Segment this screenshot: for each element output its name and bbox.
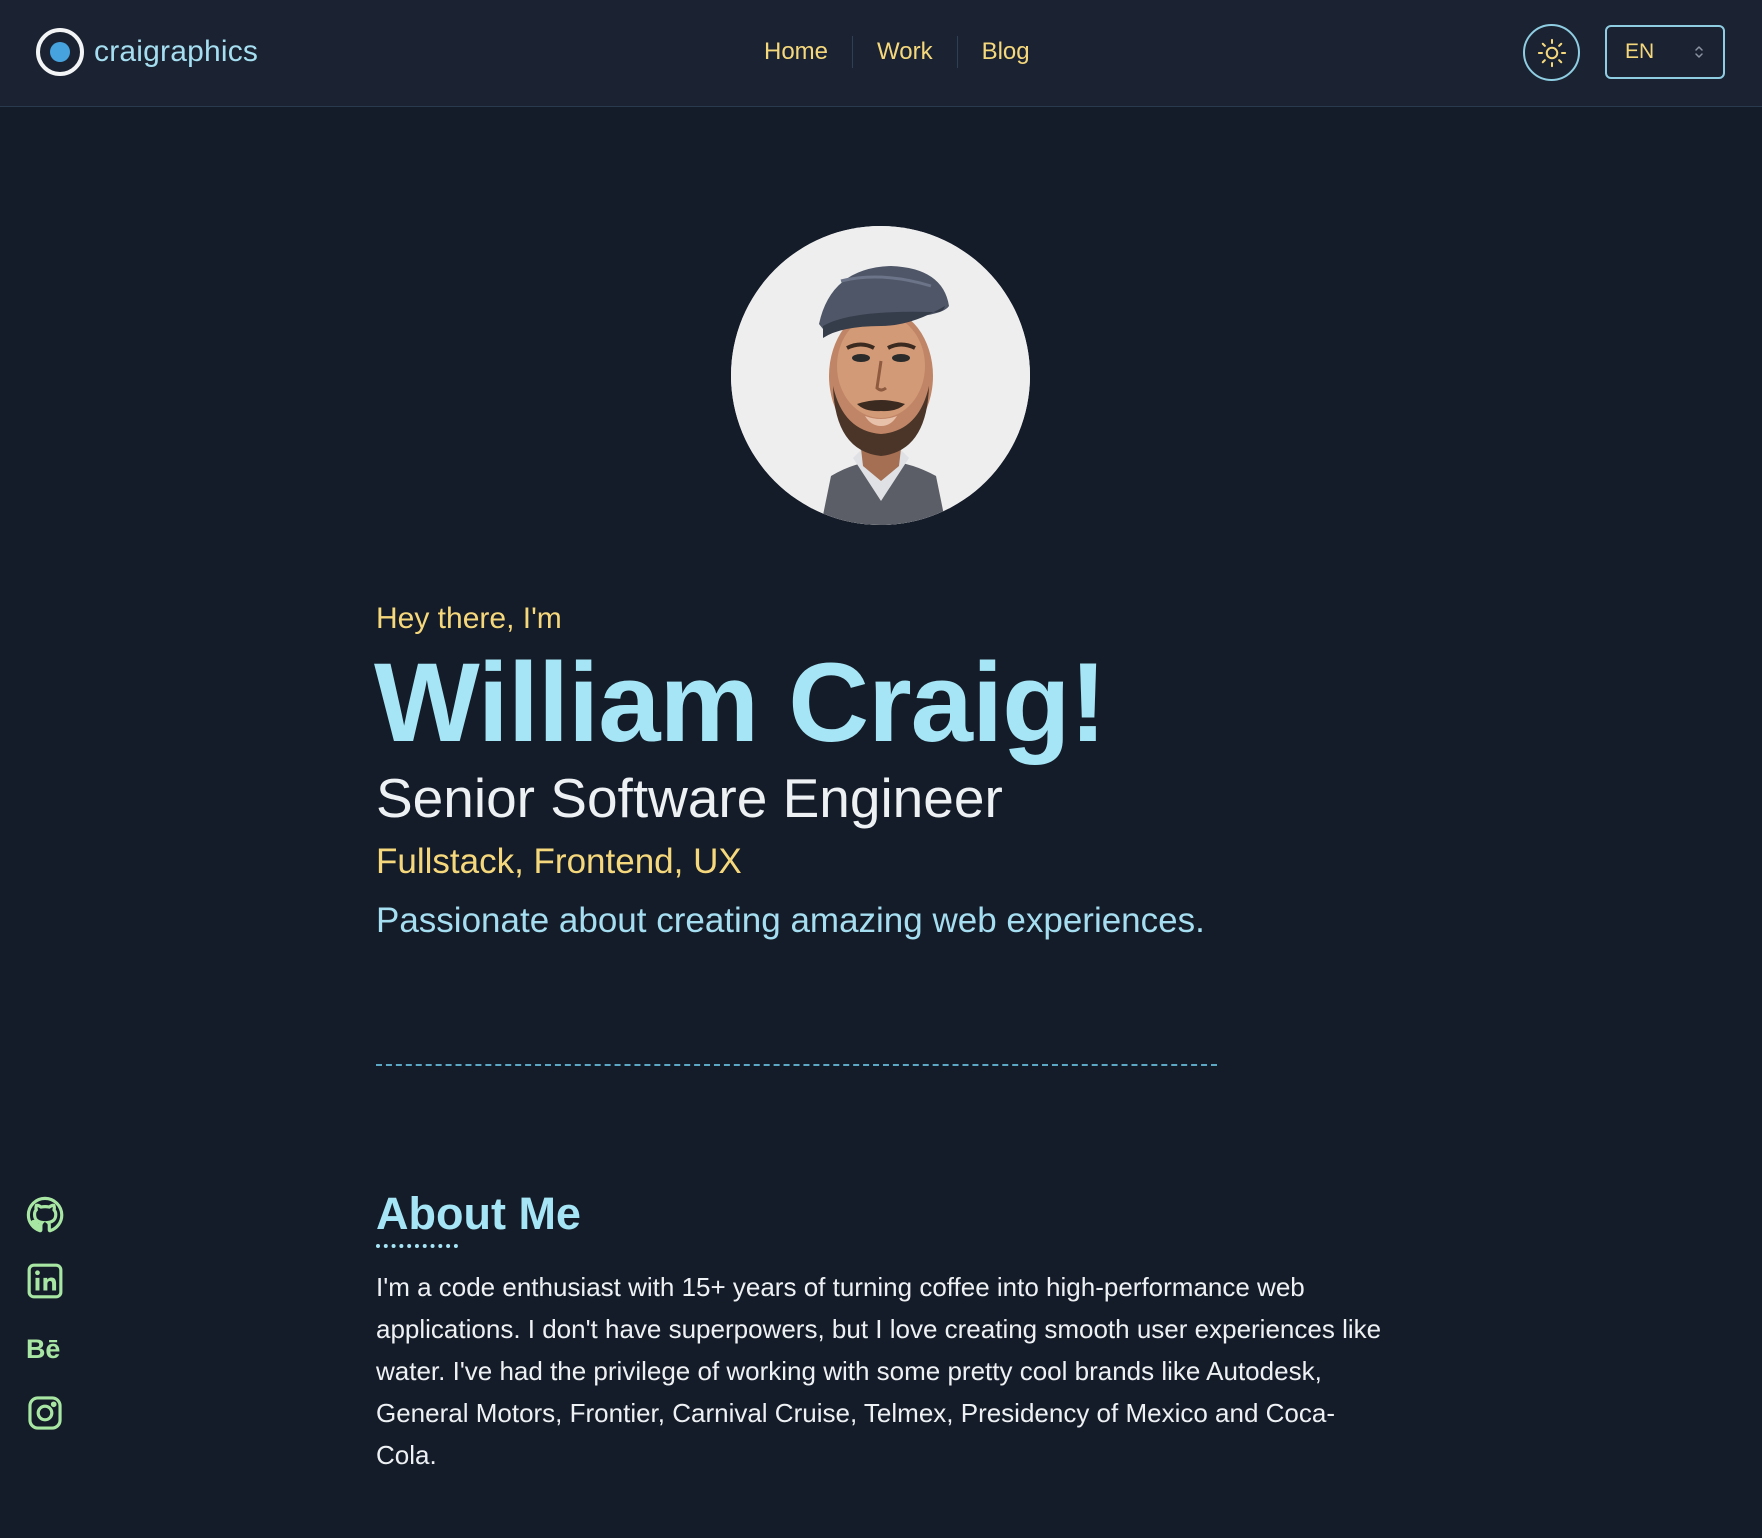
behance-icon: Bē: [26, 1334, 60, 1364]
hero-name: William Craig!: [374, 640, 1107, 765]
hero-role: Senior Software Engineer: [376, 767, 1003, 829]
page: craigraphics Home Work Blog EN Hey there…: [0, 0, 1762, 1538]
instagram-icon: [28, 1396, 62, 1430]
github-link[interactable]: [26, 1196, 64, 1234]
main-nav: Home Work Blog: [740, 34, 1054, 70]
github-icon: [26, 1196, 64, 1233]
linkedin-icon: [27, 1263, 63, 1299]
linkedin-link[interactable]: [26, 1262, 64, 1300]
language-select[interactable]: EN: [1605, 25, 1725, 79]
svg-text:Bē: Bē: [26, 1334, 60, 1364]
nav-blog[interactable]: Blog: [958, 34, 1054, 70]
sun-icon: [1537, 38, 1566, 67]
theme-toggle-button[interactable]: [1523, 24, 1580, 81]
brand-logo-link[interactable]: craigraphics: [36, 27, 258, 77]
brand-name: craigraphics: [94, 35, 259, 68]
hero-skills: Fullstack, Frontend, UX: [376, 842, 742, 881]
nav-work[interactable]: Work: [853, 34, 957, 70]
chevron-updown-icon: [1693, 43, 1705, 61]
about-heading: About Me: [376, 1188, 581, 1239]
avatar-portrait-illustration: [731, 226, 1030, 525]
top-header: craigraphics Home Work Blog EN: [0, 0, 1762, 107]
logo-ring-icon: [36, 28, 84, 76]
about-heading-underline: [376, 1244, 458, 1248]
section-divider: [376, 1064, 1217, 1066]
about-paragraph: I'm a code enthusiast with 15+ years of …: [376, 1272, 1382, 1470]
profile-avatar: [731, 226, 1030, 525]
instagram-link[interactable]: [26, 1394, 64, 1432]
language-selected-value: EN: [1625, 40, 1655, 63]
nav-home[interactable]: Home: [740, 34, 852, 70]
hero-greeting: Hey there, I'm: [376, 602, 562, 635]
behance-link[interactable]: Bē: [26, 1328, 64, 1366]
hero-tagline: Passionate about creating amazing web ex…: [376, 901, 1205, 940]
social-links: Bē: [26, 1196, 64, 1460]
logo-dot: [50, 42, 70, 62]
